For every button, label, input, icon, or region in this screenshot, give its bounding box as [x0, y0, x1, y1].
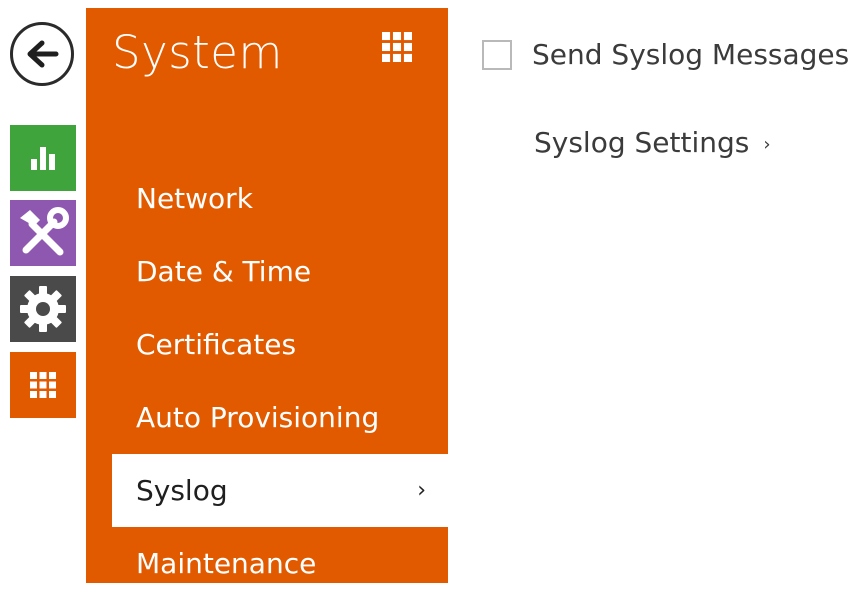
menu-item-auto-provisioning[interactable]: Auto Provisioning [86, 381, 448, 454]
tools-icon [20, 207, 69, 256]
grid-icon[interactable] [382, 32, 412, 62]
menu-item-label: Auto Provisioning [136, 400, 380, 434]
menu-item-date-time[interactable]: Date & Time [86, 235, 448, 308]
menu-item-label: Maintenance [136, 546, 317, 580]
services-section-button[interactable] [10, 200, 76, 266]
menu-item-maintenance[interactable]: Maintenance [86, 527, 448, 600]
chevron-right-icon: › [763, 133, 771, 155]
page-title: System [112, 26, 283, 79]
status-section-button[interactable] [10, 125, 76, 191]
menu-item-label: Syslog [136, 473, 228, 507]
system-nav-panel: System Network Date & Time Certificates … [86, 8, 448, 583]
menu-item-syslog[interactable]: Syslog › [112, 454, 448, 527]
send-syslog-checkbox[interactable] [482, 39, 512, 70]
back-arrow-icon [27, 40, 59, 68]
menu-item-certificates[interactable]: Certificates [86, 308, 448, 381]
syslog-settings-label: Syslog Settings [534, 126, 750, 159]
hardware-section-button[interactable] [10, 276, 76, 342]
menu-item-label: Certificates [136, 327, 297, 361]
syslog-content: Send Syslog Messages Syslog Settings › [482, 38, 849, 159]
chevron-right-icon: › [417, 477, 426, 503]
grid-icon [30, 372, 56, 398]
back-button[interactable] [10, 22, 74, 86]
bar-chart-icon [31, 147, 55, 170]
app-rail [0, 0, 80, 583]
gear-icon [20, 286, 66, 332]
system-section-button[interactable] [10, 352, 76, 418]
send-syslog-label: Send Syslog Messages [532, 38, 850, 71]
syslog-settings-link[interactable]: Syslog Settings › [534, 126, 771, 159]
menu-item-label: Network [136, 181, 253, 215]
system-menu: Network Date & Time Certificates Auto Pr… [86, 162, 448, 600]
menu-item-network[interactable]: Network [86, 162, 448, 235]
menu-item-label: Date & Time [136, 254, 312, 288]
send-syslog-row[interactable]: Send Syslog Messages [482, 38, 849, 71]
